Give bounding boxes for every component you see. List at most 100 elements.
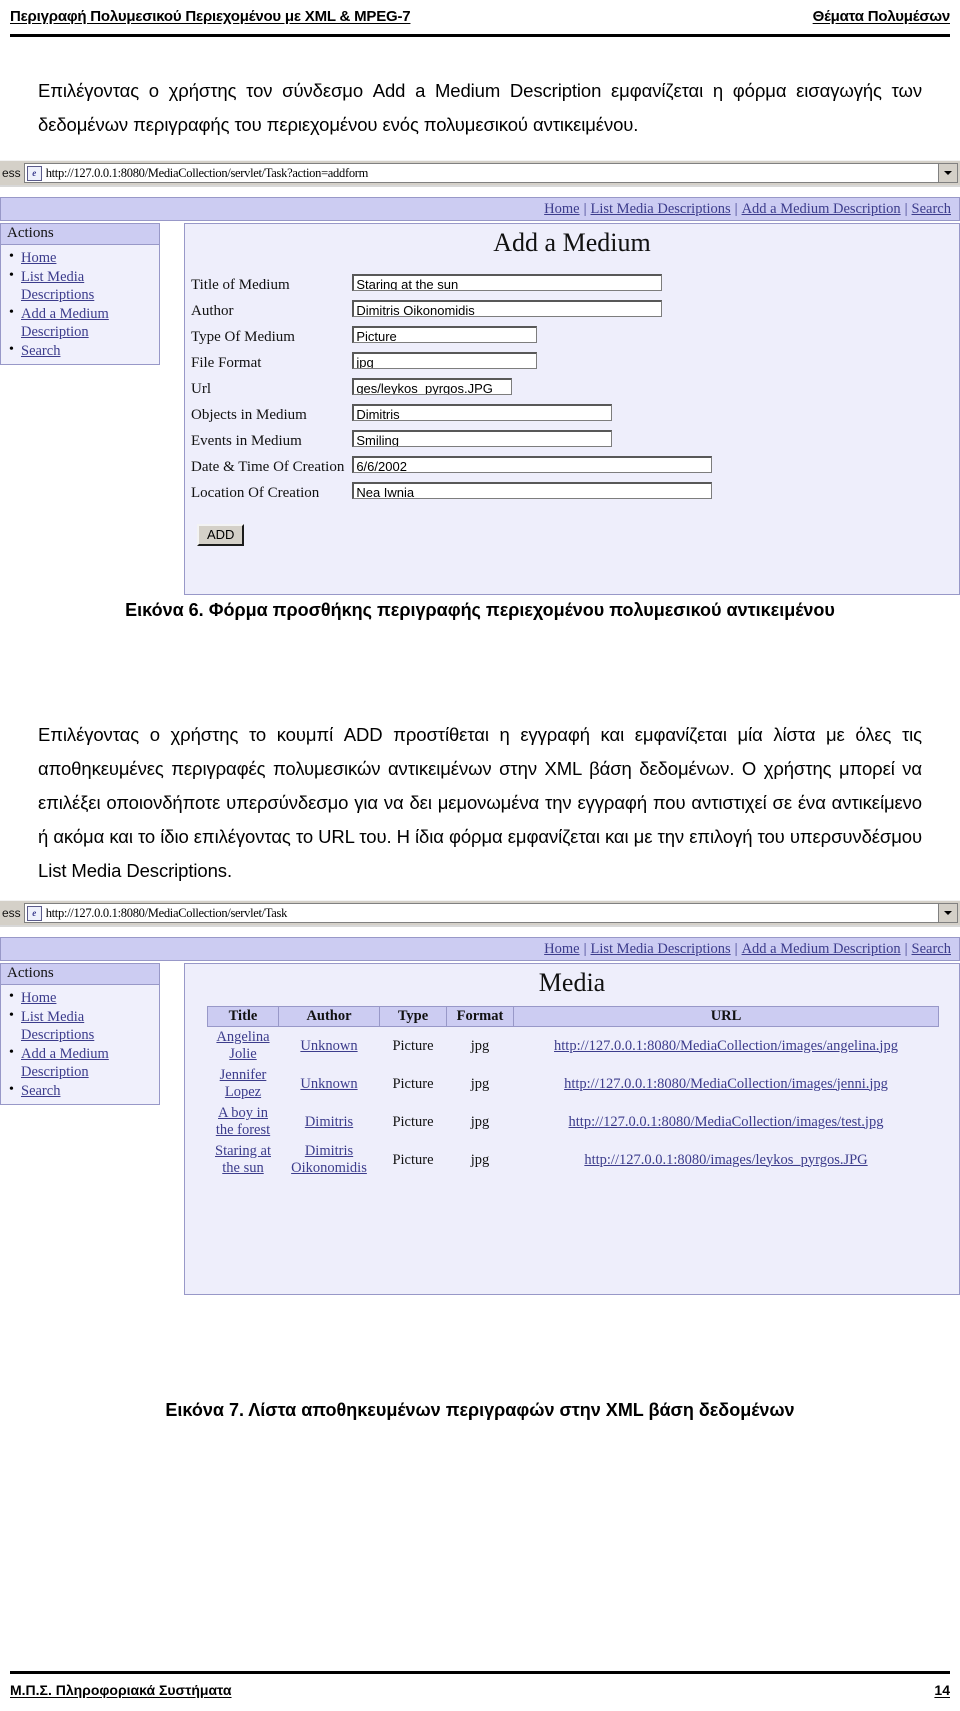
form-row-title-of-medium: Title of Medium Staring at the sun [191, 272, 712, 298]
sidebar-title-1: Actions [1, 224, 159, 245]
cell-format: jpg [470, 1113, 490, 1130]
nav-item-list-media-descriptions-1[interactable]: List Media Descriptions [587, 201, 735, 218]
label-location-of-creation: Location Of Creation [191, 484, 320, 501]
cell-title-link[interactable]: A boy in the forest [216, 1105, 270, 1138]
cell-type: Picture [392, 1037, 434, 1054]
nav-item-home-1[interactable]: Home [540, 201, 583, 218]
internet-explorer-icon: e [26, 165, 42, 181]
browser-address-bar-2[interactable]: ess e http://127.0.0.1:8080/MediaCollect… [0, 900, 960, 927]
cell-format: jpg [470, 1075, 490, 1092]
address-input-2[interactable]: e http://127.0.0.1:8080/MediaCollection/… [23, 903, 938, 923]
sidebar-title-2: Actions [1, 964, 159, 985]
content-panel-add-medium: Add a Medium Title of Medium Staring at … [184, 223, 960, 595]
sidebar-item-add-a-medium-description-1[interactable]: Add a Medium Description [9, 304, 155, 341]
nav-item-add-a-medium-description-2[interactable]: Add a Medium Description [738, 941, 905, 958]
sidebar-actions-1: Actions Home List Media Descriptions Add… [0, 223, 160, 365]
address-dropdown-chevron-down-icon-1[interactable] [938, 163, 958, 183]
nav-item-add-a-medium-description-1[interactable]: Add a Medium Description [738, 201, 905, 218]
table-row: Staring at the sun Dimitris Oikonomidis … [208, 1141, 939, 1179]
column-header-title: Title [207, 1006, 279, 1027]
internet-explorer-icon: e [26, 905, 42, 921]
sidebar-link-search-1[interactable]: Search [21, 343, 60, 359]
top-nav-1: Home | List Media Descriptions | Add a M… [0, 197, 960, 221]
label-events-in-medium: Events in Medium [191, 432, 302, 449]
cell-url-link[interactable]: http://127.0.0.1:8080/images/leykos_pyrg… [584, 1152, 867, 1168]
nav-item-search-1[interactable]: Search [908, 201, 955, 218]
form-row-objects-in-medium: Objects in Medium Dimitris [191, 402, 712, 428]
figure-7-caption: Εικόνα 7. Λίστα αποθηκευμένων περιγραφών… [165, 1400, 795, 1420]
browser-address-bar-1[interactable]: ess e http://127.0.0.1:8080/MediaCollect… [0, 160, 960, 187]
address-input-1[interactable]: e http://127.0.0.1:8080/MediaCollection/… [23, 163, 938, 183]
input-objects-in-medium[interactable]: Dimitris [352, 404, 613, 421]
cell-title-link[interactable]: Angelina Jolie [216, 1029, 269, 1062]
sidebar-link-add-a-medium-description-2[interactable]: Add a Medium Description [21, 1046, 109, 1080]
cell-url-link[interactable]: http://127.0.0.1:8080/MediaCollection/im… [564, 1076, 888, 1092]
input-type-of-medium[interactable]: Picture [352, 326, 538, 343]
cell-author-link[interactable]: Dimitris Oikonomidis [291, 1143, 367, 1176]
sidebar-item-home-1[interactable]: Home [9, 248, 155, 267]
form-row-url: Url ges/leykos_pyrgos.JPG [191, 376, 712, 402]
input-date-time-of-creation[interactable]: 6/6/2002 [352, 456, 713, 473]
footer-text-left: Μ.Π.Σ. Πληροφοριακά Συστήματα [10, 1682, 232, 1698]
paragraph-intro: Επιλέγοντας ο χρήστης τον σύνδεσμο Add a… [38, 80, 922, 135]
top-nav-2: Home | List Media Descriptions | Add a M… [0, 937, 960, 961]
address-label-1: ess [2, 166, 21, 180]
cell-url-link[interactable]: http://127.0.0.1:8080/MediaCollection/im… [569, 1114, 884, 1130]
input-file-format[interactable]: jpg [352, 352, 538, 369]
sidebar-link-search-2[interactable]: Search [21, 1083, 60, 1099]
sidebar-link-list-media-descriptions-2[interactable]: List Media Descriptions [21, 1009, 94, 1043]
footer-page-number: 14 [934, 1682, 950, 1698]
figure-6-screenshot: ess e http://127.0.0.1:8080/MediaCollect… [0, 160, 960, 595]
form-row-date-time-of-creation: Date & Time Of Creation 6/6/2002 [191, 454, 713, 480]
sidebar-link-list-media-descriptions-1[interactable]: List Media Descriptions [21, 269, 94, 303]
input-title-of-medium[interactable]: Staring at the sun [352, 274, 663, 291]
sidebar-item-add-a-medium-description-2[interactable]: Add a Medium Description [9, 1044, 155, 1081]
input-location-of-creation[interactable]: Nea Iwnia [352, 482, 713, 499]
add-button[interactable]: ADD [197, 524, 245, 546]
sidebar-list-1: Home List Media Descriptions Add a Mediu… [1, 248, 159, 360]
sidebar-item-search-1[interactable]: Search [9, 341, 155, 360]
input-events-in-medium[interactable]: Smiling [352, 430, 613, 447]
cell-url-link[interactable]: http://127.0.0.1:8080/MediaCollection/im… [554, 1038, 898, 1054]
media-table-head: Title Author Type Format URL [207, 1006, 939, 1027]
label-title-of-medium: Title of Medium [191, 276, 290, 293]
nav-item-search-2[interactable]: Search [908, 941, 955, 958]
sidebar-link-add-a-medium-description-1[interactable]: Add a Medium Description [21, 306, 109, 340]
figure-6-caption: Εικόνα 6. Φόρμα προσθήκης περιγραφής περ… [125, 600, 835, 620]
cell-title-link[interactable]: Staring at the sun [215, 1143, 271, 1176]
label-type-of-medium: Type Of Medium [191, 328, 295, 345]
sidebar-link-home-1[interactable]: Home [21, 250, 56, 266]
label-file-format: File Format [191, 354, 262, 371]
column-header-format: Format [446, 1006, 514, 1027]
sidebar-item-list-media-descriptions-2[interactable]: List Media Descriptions [9, 1007, 155, 1044]
page-title-add-a-medium: Add a Medium [493, 228, 651, 257]
form-row-events-in-medium: Events in Medium Smiling [191, 428, 712, 454]
input-url[interactable]: ges/leykos_pyrgos.JPG [352, 378, 513, 395]
cell-type: Picture [392, 1075, 434, 1092]
cell-author-link[interactable]: Dimitris [305, 1114, 353, 1130]
input-author[interactable]: Dimitris Oikonomidis [352, 300, 663, 317]
form-row-file-format: File Format jpg [191, 350, 712, 376]
table-row: A boy in the forest Dimitris Picture jpg… [208, 1103, 939, 1141]
cell-format: jpg [470, 1151, 490, 1168]
media-table-wrapper: Title Author Type Format URL Angelina Jo… [185, 1006, 959, 1179]
sidebar-link-home-2[interactable]: Home [21, 990, 56, 1006]
nav-item-home-2[interactable]: Home [540, 941, 583, 958]
page-title-media: Media [538, 968, 606, 997]
address-dropdown-chevron-down-icon-2[interactable] [938, 903, 958, 923]
nav-item-list-media-descriptions-2[interactable]: List Media Descriptions [587, 941, 735, 958]
cell-type: Picture [392, 1151, 434, 1168]
table-row: Angelina Jolie Unknown Picture jpg http:… [208, 1027, 939, 1066]
sidebar-item-search-2[interactable]: Search [9, 1081, 155, 1100]
address-url-1: http://127.0.0.1:8080/MediaCollection/se… [45, 165, 369, 180]
header-title-left: Περιγραφή Πολυμεσικού Περιεχομένου με XM… [10, 8, 411, 25]
cell-author-link[interactable]: Unknown [300, 1038, 357, 1054]
column-header-type: Type [379, 1006, 447, 1027]
cell-author-link[interactable]: Unknown [300, 1076, 357, 1092]
add-medium-form: Title of Medium Staring at the sun Autho… [191, 272, 713, 506]
cell-title-link[interactable]: Jennifer Lopez [220, 1067, 267, 1100]
browser-page-2: Home | List Media Descriptions | Add a M… [0, 927, 960, 1295]
label-url: Url [191, 380, 211, 397]
sidebar-item-home-2[interactable]: Home [9, 988, 155, 1007]
sidebar-item-list-media-descriptions-1[interactable]: List Media Descriptions [9, 267, 155, 304]
